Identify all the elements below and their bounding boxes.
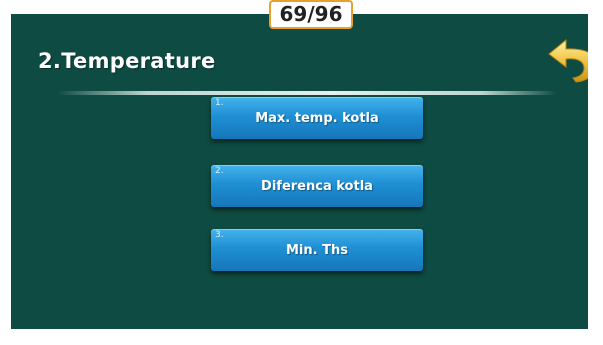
device-screen: 2.Temperature 1. Max. temp. kotla 2. Dif…	[11, 14, 588, 329]
menu-item-max-temp-kotla[interactable]: 1. Max. temp. kotla	[211, 97, 423, 139]
menu-item-label: Diferenca kotla	[261, 178, 373, 194]
menu-item-label: Max. temp. kotla	[255, 110, 379, 126]
page-counter: 69/96	[269, 0, 353, 29]
back-arrow-icon	[548, 38, 588, 83]
back-button[interactable]	[546, 34, 588, 84]
header-divider	[57, 91, 557, 95]
menu-item-min-ths[interactable]: 3. Min. Ths	[211, 229, 423, 271]
page-title: 2.Temperature	[38, 49, 216, 73]
menu-item-label: Min. Ths	[286, 242, 348, 258]
menu-item-diferenca-kotla[interactable]: 2. Diferenca kotla	[211, 165, 423, 207]
